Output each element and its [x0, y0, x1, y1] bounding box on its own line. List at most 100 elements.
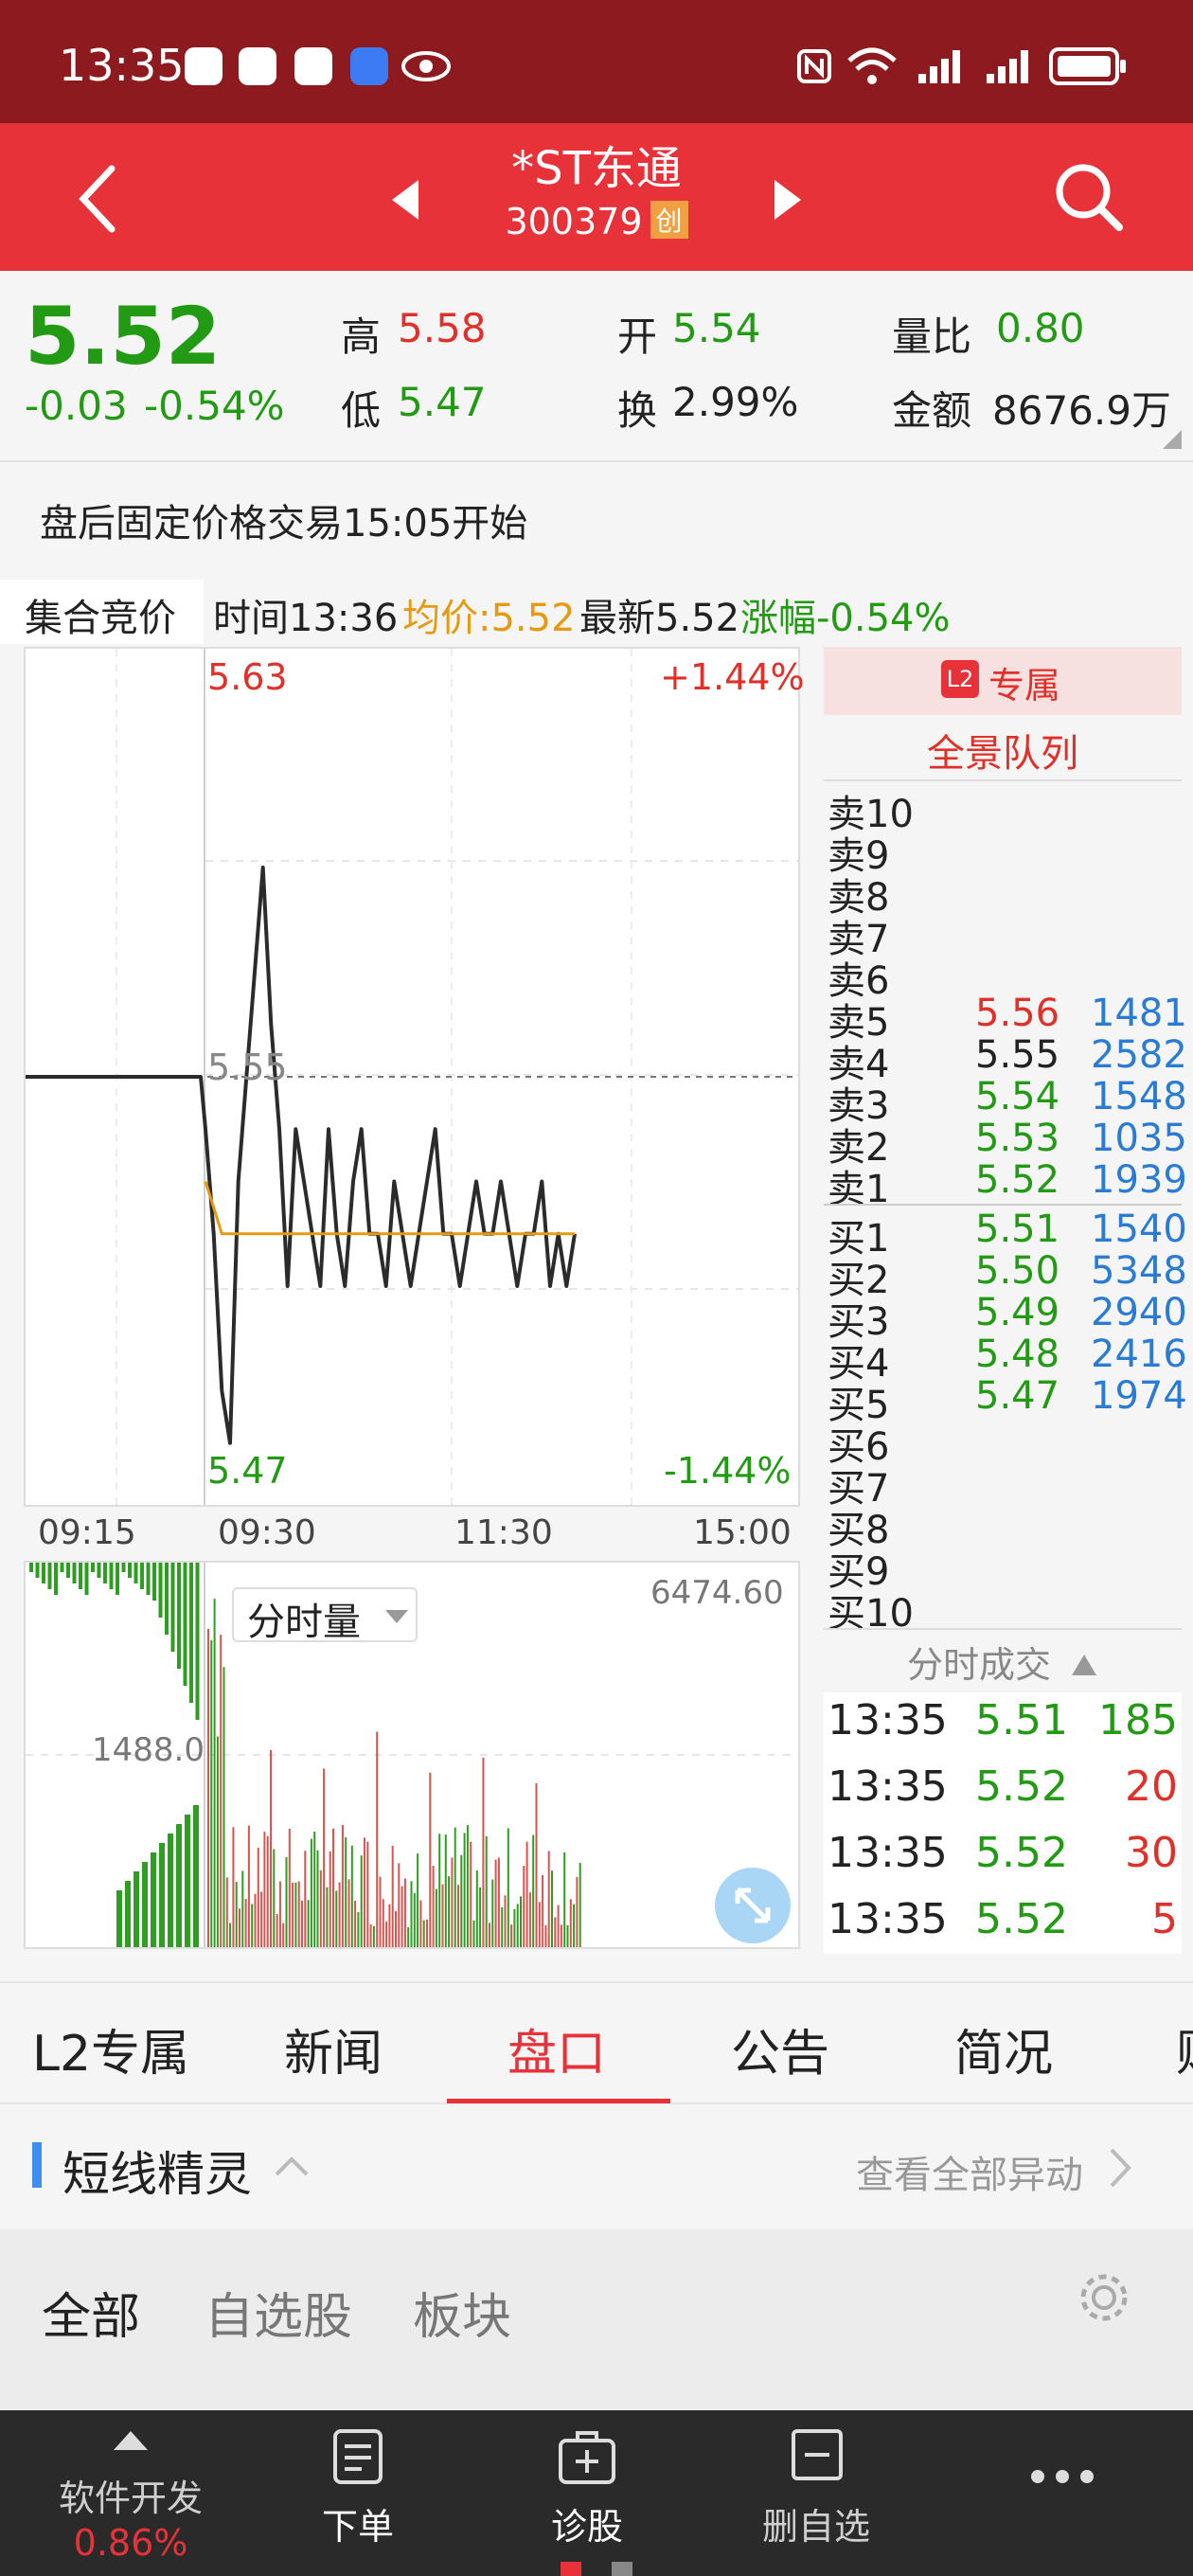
- x-tick-1500: 15:00: [693, 1513, 792, 1552]
- tab-finance[interactable]: 财: [1176, 2013, 1193, 2084]
- tick-time: 13:35: [828, 1829, 948, 1877]
- ask-volume: 1548: [1091, 1075, 1187, 1118]
- ask-row: 卖2 5.53 1035: [824, 1117, 1187, 1170]
- filter-bar: 全部 自选股 板块: [0, 2229, 1193, 2409]
- volume-bar: [563, 1852, 566, 1947]
- volume-bar: [482, 1757, 485, 1947]
- volume-bar: [410, 1881, 413, 1947]
- auction-volume-bar: [140, 1563, 144, 1589]
- full-queue-link[interactable]: 全景队列: [824, 723, 1182, 778]
- bid-price: 5.49: [975, 1291, 1060, 1334]
- volume-bar: [395, 1910, 397, 1947]
- volume-bar: [448, 1876, 451, 1947]
- change: -0.03: [25, 383, 128, 429]
- volume-bar: [438, 1834, 441, 1947]
- filter-sector[interactable]: 板块: [413, 2277, 511, 2348]
- page-indicator: [612, 2562, 632, 2576]
- nav-diagnose[interactable]: 诊股: [492, 2410, 682, 2576]
- bid-volume: 5348: [1091, 1249, 1187, 1293]
- volume-bar: [472, 1920, 475, 1947]
- volume-chart[interactable]: 分时量 6474.60 1488.0: [24, 1561, 800, 1949]
- ask-price: 5.54: [975, 1075, 1060, 1118]
- auction-volume-bar: [35, 1563, 40, 1578]
- volume-bar: [535, 1782, 538, 1947]
- auction-volume-bar: [165, 1563, 169, 1635]
- bid-row: 买3 5.49 2940: [824, 1291, 1187, 1344]
- volume-bar: [266, 1835, 269, 1947]
- tab-news[interactable]: 新闻: [284, 2013, 383, 2084]
- next-stock-icon[interactable]: [771, 176, 805, 224]
- nav-sector-ticker[interactable]: 软件开发 0.86%: [36, 2410, 225, 2576]
- fullscreen-icon[interactable]: [713, 1866, 792, 1945]
- volume-bar: [516, 1904, 519, 1947]
- auction-volume-bar: [152, 1563, 156, 1601]
- ask-volume: 1481: [1091, 992, 1187, 1035]
- current-price: 5.52: [25, 290, 222, 383]
- ask-row: 卖4 5.55 2582: [824, 1033, 1187, 1086]
- nav-more[interactable]: [968, 2410, 1157, 2576]
- expand-corner-icon[interactable]: [1163, 430, 1182, 449]
- volume-bar: [372, 1925, 375, 1947]
- app-icon: [239, 47, 276, 85]
- chevron-right-icon[interactable]: [1108, 2146, 1132, 2190]
- ticks-header[interactable]: 分时成交: [824, 1636, 1182, 1688]
- chart-bottom-price: 5.47: [207, 1450, 288, 1492]
- divider: [0, 460, 1193, 462]
- tab-l2[interactable]: L2专属: [32, 2013, 189, 2084]
- auction-volume-bar: [183, 1563, 187, 1686]
- settings-gear-icon[interactable]: [1076, 2269, 1132, 2326]
- volume-bar: [223, 1667, 225, 1947]
- intraday-chart[interactable]: 5.63 +1.44% 5.55 5.47 -1.44%: [24, 647, 805, 1507]
- volume-bar: [319, 1870, 322, 1947]
- volume-bar: [229, 1923, 232, 1947]
- volume-bar: [357, 1912, 360, 1947]
- view-all-link[interactable]: 查看全部异动: [856, 2144, 1083, 2199]
- auction-volume-bar: [121, 1563, 126, 1572]
- stock-code-line: 300379 创: [0, 201, 1193, 242]
- filter-watchlist[interactable]: 自选股: [205, 2277, 352, 2348]
- nav-remove-watchlist[interactable]: 删自选: [721, 2410, 911, 2576]
- volume-bar: [313, 1832, 316, 1947]
- volume-bar: [213, 1599, 216, 1947]
- volume-bar: [460, 1854, 463, 1947]
- search-icon[interactable]: [1051, 159, 1127, 235]
- x-tick-0930: 09:30: [218, 1513, 316, 1552]
- ask-row: 卖6: [824, 950, 1182, 1003]
- chevron-up-icon[interactable]: [273, 2154, 311, 2178]
- auction-volume-bar: [189, 1563, 193, 1703]
- volume-bar: [557, 1905, 560, 1947]
- ticks-header-label: 分时成交: [906, 1644, 1051, 1686]
- ask-row: 卖9: [824, 825, 1182, 878]
- vol-ratio-value: 0.80: [996, 305, 1085, 351]
- nav-order[interactable]: 下单: [263, 2410, 453, 2576]
- divider: [824, 1628, 1182, 1630]
- volume-bar: [294, 1882, 297, 1947]
- auction-volume-bar: [158, 1563, 163, 1618]
- volume-bar: [573, 1904, 576, 1947]
- l2-header[interactable]: L2 专属: [824, 647, 1182, 715]
- price-line: [26, 866, 577, 1445]
- volume-bar: [225, 1877, 228, 1947]
- tick-row: 13:35 5.51 185: [824, 1696, 1182, 1753]
- bid-price: 5.50: [975, 1249, 1060, 1293]
- auction-volume-bar: [128, 1563, 132, 1578]
- auction-tab[interactable]: 集合竞价: [0, 580, 204, 644]
- volume-bar: [332, 1828, 334, 1947]
- tick-price: 5.52: [975, 1762, 1068, 1811]
- vol-ratio-label: 量比: [892, 313, 972, 360]
- auction-volume-bar: [97, 1563, 101, 1578]
- tab-orderbook[interactable]: 盘口: [507, 2013, 606, 2084]
- bid-volume: 2940: [1091, 1291, 1187, 1334]
- volume-bar: [263, 1832, 266, 1947]
- tab-profile[interactable]: 简况: [954, 2013, 1053, 2084]
- volume-selector[interactable]: 分时量: [232, 1587, 418, 1644]
- volume-bar: [369, 1923, 372, 1947]
- auction-volume-bar: [72, 1563, 77, 1583]
- voice-app-icon: [350, 47, 388, 85]
- tab-announcements[interactable]: 公告: [731, 2013, 829, 2084]
- volume-bar: [510, 1924, 513, 1947]
- volume-bar: [247, 1825, 250, 1947]
- volume-bar: [382, 1899, 384, 1947]
- volume-bar: [413, 1892, 416, 1947]
- filter-all[interactable]: 全部: [42, 2277, 140, 2348]
